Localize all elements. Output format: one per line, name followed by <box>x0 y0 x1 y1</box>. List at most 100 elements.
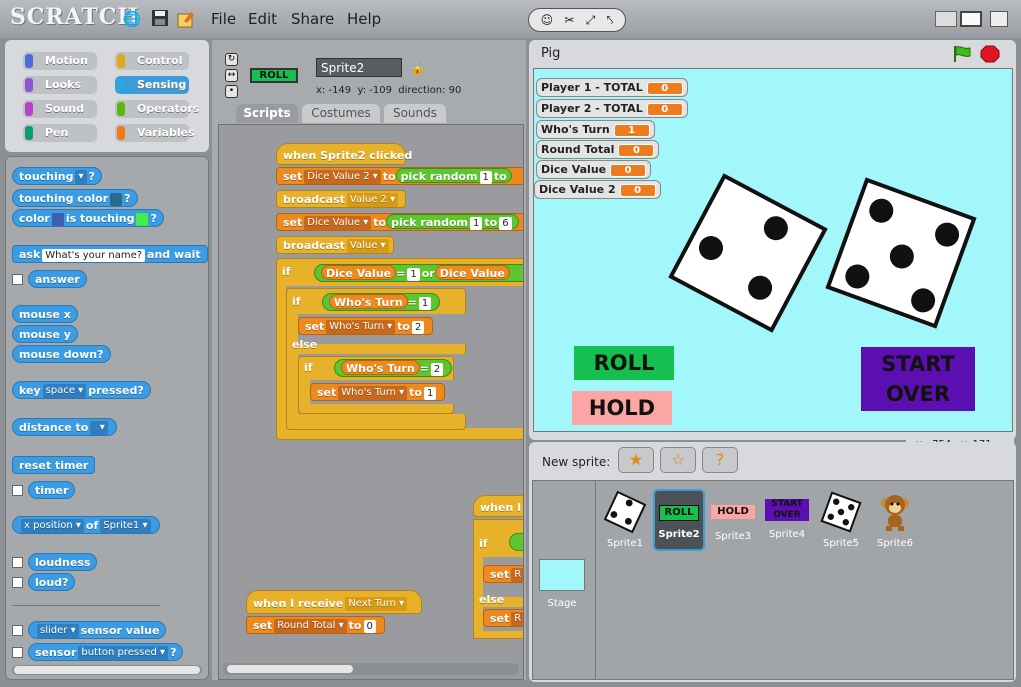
duplicate-icon[interactable]: ☺ <box>541 13 554 27</box>
hat-when-clicked[interactable]: when Sprite2 clicked <box>276 143 412 165</box>
menu-file[interactable]: File <box>211 10 236 28</box>
if3-label: if <box>304 361 313 374</box>
rotate-icon[interactable]: ↻ <box>225 53 238 66</box>
category-looks[interactable]: Looks <box>23 76 97 94</box>
mouse-x-block[interactable]: mouse x <box>12 305 78 323</box>
new-sprite-label: New sprite: <box>542 455 611 469</box>
paint-sprite-button[interactable]: ★ <box>618 447 654 473</box>
loud-block[interactable]: loud? <box>28 573 76 591</box>
choose-sprite-button[interactable]: ☆ <box>660 447 696 473</box>
stage-divider <box>595 481 596 679</box>
share-icon[interactable] <box>176 9 196 29</box>
menu-help[interactable]: Help <box>347 10 381 28</box>
sprite-name-field[interactable]: Sprite2 <box>316 58 402 77</box>
sprite-thumb-6[interactable]: Sprite6 <box>869 489 921 549</box>
tab-sounds[interactable]: Sounds <box>384 104 446 123</box>
stop-icon[interactable] <box>980 45 1000 66</box>
set-whos-turn-1[interactable]: set Who's Turn ▾ to 1 <box>310 383 446 401</box>
grow-icon[interactable]: ⤢ <box>586 13 596 28</box>
die-three[interactable] <box>668 173 828 333</box>
menu-share[interactable]: Share <box>291 10 334 28</box>
hat-when-i[interactable]: when I <box>473 495 523 517</box>
mouse-down-block[interactable]: mouse down? <box>12 345 111 363</box>
sensor-checkbox[interactable] <box>12 647 23 658</box>
sensor-button-block[interactable]: sensor button pressed ▾? <box>28 643 184 661</box>
delete-icon[interactable]: ✂ <box>564 13 574 27</box>
sprite-thumb-5[interactable]: Sprite5 <box>815 489 867 549</box>
no-rotate-icon[interactable]: • <box>225 85 238 98</box>
roll-button[interactable]: ROLL <box>574 346 674 380</box>
stage-canvas[interactable]: Player 1 - TOTAL 0 Player 2 - TOTAL 0 Who'… <box>533 68 1013 432</box>
tab-scripts[interactable]: Scripts <box>236 104 298 123</box>
or-condition[interactable]: Dice Value = 1 or Dice Value <box>314 264 523 282</box>
flip-icon[interactable]: ↔ <box>225 69 238 82</box>
category-motion[interactable]: Motion <box>23 52 97 70</box>
whos-turn-eq-1[interactable]: Who's Turn = 1 <box>322 293 441 311</box>
small-stage-icon[interactable] <box>935 11 957 27</box>
palette-divider <box>12 605 160 606</box>
hat-when-i-receive[interactable]: when I receive Next Turn ▾ <box>246 590 422 614</box>
slider-checkbox[interactable] <box>12 625 23 636</box>
category-variables[interactable]: Variables <box>115 124 195 142</box>
scripts-scrollbar[interactable] <box>223 663 519 675</box>
set-round-total-block[interactable]: set Round Total ▾ to 0 <box>246 616 385 634</box>
set-dice-value-block[interactable]: set Dice Value ▾ to pick random 1 to 6 <box>276 213 523 231</box>
die-five[interactable] <box>825 177 977 329</box>
reset-timer-block[interactable]: reset timer <box>12 456 96 474</box>
menu-edit[interactable]: Edit <box>248 10 277 28</box>
mouse-y-block[interactable]: mouse y <box>12 325 78 343</box>
category-pen[interactable]: Pen <box>23 124 97 142</box>
tool-mode-box: ☺ ✂ ⤢ ⤣ <box>528 8 626 32</box>
stage-thumbnail[interactable] <box>539 559 585 591</box>
touching-color-block[interactable]: touching color? <box>12 189 138 207</box>
sprite-thumb-4[interactable]: START OVER Sprite4 <box>761 489 813 540</box>
hold-button[interactable]: HOLD <box>572 391 672 425</box>
category-sensing[interactable]: Sensing <box>115 76 189 94</box>
green-flag-icon[interactable] <box>952 45 972 66</box>
sprite-thumb-1[interactable]: Sprite1 <box>599 489 651 549</box>
condition-partial[interactable] <box>509 533 523 551</box>
if-label: if <box>282 265 291 278</box>
sprite-thumb-3[interactable]: HOLD Sprite3 <box>707 489 759 542</box>
timer-checkbox[interactable] <box>12 485 23 496</box>
sprite-thumb-2[interactable]: ROLL Sprite2 <box>653 489 705 551</box>
normal-stage-icon[interactable] <box>960 11 982 27</box>
broadcast-value-2-block[interactable]: broadcast Value 2 ▾ <box>276 190 406 208</box>
category-control[interactable]: Control <box>115 52 189 70</box>
answer-checkbox[interactable] <box>12 274 23 285</box>
whos-turn-eq-2[interactable]: Who's Turn = 2 <box>334 359 453 377</box>
loudness-block[interactable]: loudness <box>28 553 98 571</box>
set-dice-value-2-block[interactable]: set Dice Value 2 ▾ to pick random 1 to <box>276 167 523 185</box>
slider-sensor-block[interactable]: slider ▾ sensor value <box>28 621 167 639</box>
loud-checkbox[interactable] <box>12 577 23 588</box>
palette-scrollbar[interactable] <box>12 665 202 675</box>
category-operators[interactable]: Operators <box>115 100 199 118</box>
key-pressed-block[interactable]: key space ▾ pressed? <box>12 381 151 399</box>
lock-icon[interactable]: 🔒 <box>410 61 425 75</box>
x-position-of-block[interactable]: x position ▾ of Sprite1 ▾ <box>12 516 160 534</box>
tab-costumes[interactable]: Costumes <box>302 104 380 123</box>
touching-block[interactable]: touching ▾? <box>12 167 102 185</box>
set-partial-2[interactable]: set R <box>483 609 523 627</box>
save-icon[interactable] <box>150 9 170 29</box>
broadcast-value-block[interactable]: broadcast Value ▾ <box>276 236 394 254</box>
globe-icon[interactable]: 🌐 <box>122 9 142 29</box>
project-title: Pig <box>541 46 561 61</box>
category-sound[interactable]: Sound <box>23 100 97 118</box>
color-touching-block[interactable]: color is touching? <box>12 209 164 227</box>
loudness-checkbox[interactable] <box>12 557 23 568</box>
random-sprite-button[interactable]: ? <box>702 447 738 473</box>
ask-block[interactable]: ask What's your name? and wait <box>12 245 208 263</box>
sprite-coords: x: -149 y: -109 direction: 90 <box>316 85 462 96</box>
start-over-button[interactable]: START OVER <box>861 347 975 411</box>
set-partial-1[interactable]: set R <box>483 565 523 583</box>
if2-label: if <box>292 295 301 308</box>
monitor-player2-total: Player 2 - TOTAL 0 <box>536 99 688 118</box>
answer-block[interactable]: answer <box>28 270 87 288</box>
category-panel: Motion Control Looks Sensing Sound Opera… <box>5 40 209 152</box>
distance-to-block[interactable]: distance to ▾ <box>12 418 117 436</box>
set-whos-turn-2[interactable]: set Who's Turn ▾ to 2 <box>298 317 434 335</box>
timer-block[interactable]: timer <box>28 481 76 499</box>
presentation-mode-icon[interactable] <box>990 11 1008 27</box>
shrink-icon[interactable]: ⤣ <box>607 13 614 28</box>
